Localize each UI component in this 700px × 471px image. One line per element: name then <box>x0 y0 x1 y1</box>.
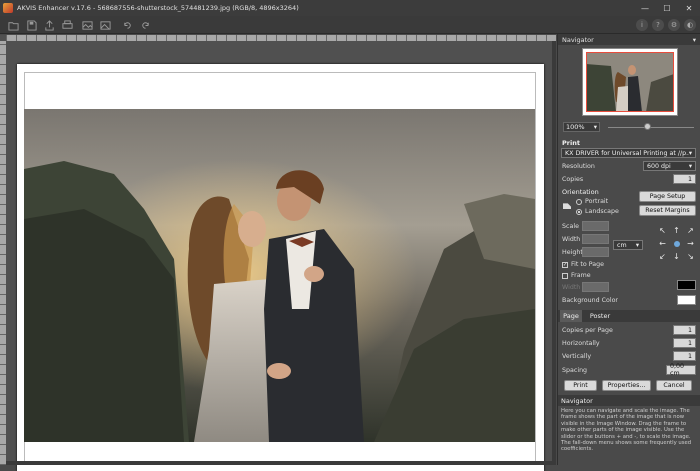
image-window[interactable] <box>0 35 556 471</box>
landscape-radio[interactable] <box>576 209 582 215</box>
zoom-row: 100% ▾ <box>558 120 700 134</box>
close-button[interactable]: ✕ <box>678 0 700 16</box>
chevron-down-icon: ▾ <box>635 241 639 249</box>
account-icon[interactable]: ◐ <box>684 19 696 31</box>
portrait-label: Portrait <box>585 198 609 205</box>
tab-poster[interactable]: Poster <box>586 310 614 322</box>
align-left-icon[interactable]: ← <box>658 239 667 248</box>
fit-to-page-checkbox[interactable]: ✓ <box>562 262 568 268</box>
redo-icon[interactable] <box>138 18 152 32</box>
print-button[interactable]: Print <box>564 380 597 391</box>
frame-checkbox[interactable] <box>562 273 568 279</box>
align-top-right-icon[interactable]: ↗ <box>686 226 695 235</box>
settings-panel: Navigator ▾ 100% ▾ Print KX DRIVER for Un… <box>557 34 700 465</box>
print-icon[interactable] <box>60 18 74 32</box>
portrait-radio[interactable] <box>576 199 582 205</box>
landscape-label: Landscape <box>585 208 619 215</box>
print-page-preview <box>17 64 544 471</box>
height-label: Height <box>562 249 583 256</box>
background-color-swatch[interactable] <box>677 295 696 305</box>
collapse-icon[interactable]: ▾ <box>693 36 696 44</box>
preferences-icon[interactable]: ⚙ <box>668 19 680 31</box>
align-bottom-right-icon[interactable]: ↘ <box>686 252 695 261</box>
print-section-title: Print <box>562 139 580 147</box>
horizontally-field[interactable]: 1 <box>673 338 696 348</box>
scale-label: Scale <box>562 223 579 230</box>
toolbar: i ? ⚙ ◐ <box>0 16 700 34</box>
properties-button[interactable]: Properties... <box>602 380 651 391</box>
cancel-button[interactable]: Cancel <box>656 380 692 391</box>
zoom-select[interactable]: 100% ▾ <box>563 122 600 132</box>
orientation-label: Orientation <box>562 188 599 196</box>
settings-icon[interactable] <box>98 18 112 32</box>
frame-color-swatch[interactable] <box>677 280 696 290</box>
photo-preview <box>24 109 535 442</box>
resolution-label: Resolution <box>562 163 595 170</box>
align-bottom-left-icon[interactable]: ↙ <box>658 252 667 261</box>
copies-per-page-label: Copies per Page <box>562 327 613 334</box>
navigator-view-frame[interactable] <box>586 52 674 112</box>
frame-width-label: Width <box>562 284 581 291</box>
zoom-slider[interactable] <box>608 127 694 128</box>
height-field[interactable] <box>582 247 609 257</box>
help-panel-title: Navigator <box>558 395 700 406</box>
orientation-icon <box>563 203 571 209</box>
resolution-select[interactable]: 600 dpi ▾ <box>643 161 696 171</box>
width-field[interactable] <box>582 234 609 244</box>
background-color-label: Background Color <box>562 297 619 304</box>
window-controls: — ☐ ✕ <box>634 0 700 16</box>
tab-page[interactable]: Page <box>560 310 582 322</box>
horizontally-label: Horizontally <box>562 340 600 347</box>
save-icon[interactable] <box>24 18 38 32</box>
unit-select[interactable]: cm ▾ <box>613 240 643 250</box>
maximize-button[interactable]: ☐ <box>656 0 678 16</box>
horizontal-ruler <box>6 35 556 41</box>
frame-width-field[interactable] <box>582 282 609 292</box>
help-panel-text: Here you can navigate and scale the imag… <box>561 408 692 453</box>
align-right-icon[interactable]: → <box>686 239 695 248</box>
fit-to-page-label: Fit to Page <box>571 261 604 268</box>
printer-select[interactable]: KX DRIVER for Universal Printing at //p.… <box>561 148 696 158</box>
window-title: AKVIS Enhancer v.17.6 - 568687556-shutte… <box>17 4 299 12</box>
scale-field[interactable] <box>582 221 609 231</box>
align-center-icon[interactable] <box>672 239 681 248</box>
copies-per-page-field[interactable]: 1 <box>673 325 696 335</box>
zoom-slider-knob[interactable] <box>643 123 651 130</box>
undo-icon[interactable] <box>120 18 134 32</box>
layout-tabs: Page Poster <box>558 310 700 322</box>
share-icon[interactable] <box>42 18 56 32</box>
reset-margins-button[interactable]: Reset Margins <box>639 205 696 216</box>
align-top-left-icon[interactable]: ↖ <box>658 226 667 235</box>
width-label: Width <box>562 236 581 243</box>
vertical-ruler <box>0 41 6 465</box>
help-icon[interactable]: ? <box>652 19 664 31</box>
chevron-down-icon: ▾ <box>593 123 597 131</box>
copies-label: Copies <box>562 176 584 183</box>
align-top-icon[interactable]: ↑ <box>672 226 681 235</box>
vertically-field[interactable]: 1 <box>673 351 696 361</box>
open-icon[interactable] <box>6 18 20 32</box>
navigator-title: Navigator <box>562 35 594 44</box>
chevron-down-icon: ▾ <box>688 162 692 170</box>
horizontal-scrollbar[interactable] <box>6 461 556 465</box>
page-setup-button[interactable]: Page Setup <box>639 191 696 202</box>
navigator-header: Navigator ▾ <box>558 34 700 45</box>
copies-field[interactable]: 1 <box>673 174 696 184</box>
info-icon[interactable]: i <box>636 19 648 31</box>
title-bar: AKVIS Enhancer v.17.6 - 568687556-shutte… <box>0 0 700 16</box>
align-bottom-icon[interactable]: ↓ <box>672 252 681 261</box>
frame-label: Frame <box>571 272 591 279</box>
minimize-button[interactable]: — <box>634 0 656 16</box>
spacing-label: Spacing <box>562 367 588 374</box>
app-logo-icon <box>3 3 13 13</box>
navigator-thumbnail[interactable] <box>582 48 678 116</box>
vertical-scrollbar[interactable] <box>552 41 556 461</box>
vertically-label: Vertically <box>562 353 592 360</box>
chevron-down-icon: ▾ <box>688 149 692 157</box>
spacing-field[interactable]: 0,00 cm <box>666 363 696 377</box>
batch-icon[interactable] <box>80 18 94 32</box>
